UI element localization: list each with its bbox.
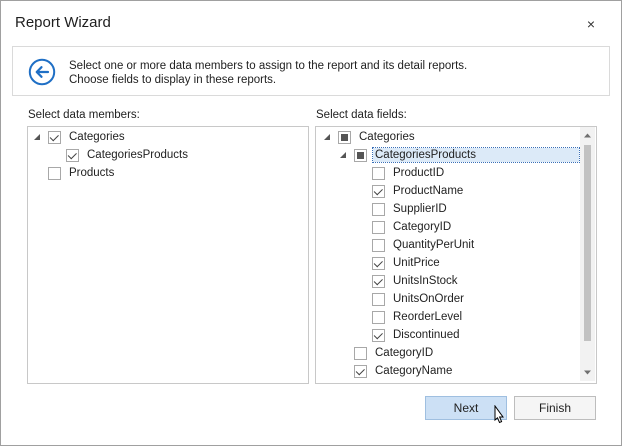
- expand-triangle-icon[interactable]: [32, 132, 42, 142]
- checkbox[interactable]: [48, 166, 61, 180]
- node-label: SupplierID: [393, 203, 447, 215]
- checkbox[interactable]: [372, 328, 385, 342]
- checkbox[interactable]: [372, 256, 385, 270]
- report-wizard-window: Report Wizard × Select one or more data …: [0, 0, 622, 446]
- tree-node[interactable]: ProductID: [372, 164, 446, 182]
- tree-node[interactable]: ProductName: [372, 182, 465, 200]
- scroll-up-icon[interactable]: [583, 131, 592, 140]
- close-button[interactable]: ×: [573, 11, 609, 37]
- tree-node[interactable]: UnitPrice: [372, 254, 442, 272]
- node-label: CategoriesProducts: [372, 147, 580, 163]
- title-bar: Report Wizard ×: [1, 1, 621, 45]
- arrow-left-circle-icon[interactable]: [28, 58, 56, 86]
- header-description: Select one or more data members to assig…: [69, 59, 467, 87]
- finish-button[interactable]: Finish: [514, 396, 596, 420]
- checkbox[interactable]: [372, 238, 385, 252]
- checkbox[interactable]: [48, 130, 61, 144]
- tree-node[interactable]: Categories: [32, 128, 127, 146]
- node-label: CategoryID: [393, 221, 452, 233]
- tree-node[interactable]: Discontinued: [372, 326, 461, 344]
- checkbox[interactable]: [372, 310, 385, 324]
- node-label: Categories: [359, 131, 415, 143]
- tree-node[interactable]: Products: [48, 164, 116, 182]
- checkbox[interactable]: [354, 346, 367, 360]
- tree-node[interactable]: ReorderLevel: [372, 308, 464, 326]
- scroll-thumb[interactable]: [584, 145, 591, 341]
- node-label: Categories: [69, 131, 125, 143]
- node-label: ReorderLevel: [393, 311, 463, 323]
- tree-node[interactable]: CategoryID: [372, 218, 453, 236]
- checkbox[interactable]: [372, 202, 385, 216]
- mouse-pointer-icon: [494, 405, 504, 424]
- node-label: UnitsInStock: [393, 275, 458, 287]
- node-label: UnitPrice: [393, 257, 440, 269]
- tree-node[interactable]: CategoriesProducts: [66, 146, 190, 164]
- checkbox[interactable]: [372, 184, 385, 198]
- tree-node[interactable]: Categories: [322, 128, 417, 146]
- expand-triangle-icon[interactable]: [322, 132, 332, 142]
- checkbox[interactable]: [372, 292, 385, 306]
- checkbox[interactable]: [66, 148, 79, 162]
- fields-label: Select data fields:: [316, 109, 407, 121]
- tree-node[interactable]: QuantityPerUnit: [372, 236, 476, 254]
- close-icon: ×: [586, 16, 596, 32]
- tree-node[interactable]: UnitsOnOrder: [372, 290, 466, 308]
- tree-node[interactable]: UnitsInStock: [372, 272, 460, 290]
- expand-triangle-icon[interactable]: [338, 150, 348, 160]
- tree-node[interactable]: CategoryID: [354, 344, 435, 362]
- description-line-1: Select one or more data members to assig…: [69, 60, 468, 72]
- window-title: Report Wizard: [15, 14, 111, 31]
- node-label: CategoryName: [375, 365, 453, 377]
- checkbox[interactable]: [354, 364, 367, 378]
- tree-node[interactable]: CategoryName: [354, 362, 454, 380]
- node-label: Products: [69, 167, 115, 179]
- tree-node[interactable]: CategoriesProducts: [338, 146, 580, 164]
- wizard-header: Select one or more data members to assig…: [12, 46, 610, 96]
- data-fields-tree[interactable]: Categories CategoriesProducts ProductID …: [315, 126, 597, 384]
- checkbox[interactable]: [372, 274, 385, 288]
- scroll-down-icon[interactable]: [583, 368, 592, 377]
- checkbox[interactable]: [372, 220, 385, 234]
- node-label: ProductName: [393, 185, 464, 197]
- node-label: QuantityPerUnit: [393, 239, 475, 251]
- vertical-scrollbar[interactable]: [580, 127, 595, 381]
- node-label: ProductID: [393, 167, 445, 179]
- checkbox[interactable]: [338, 130, 351, 144]
- checkbox[interactable]: [354, 148, 367, 162]
- node-label: Discontinued: [393, 329, 460, 341]
- data-members-tree[interactable]: Categories CategoriesProducts Products: [27, 126, 309, 384]
- description-line-2: Choose fields to display in these report…: [69, 74, 277, 86]
- node-label: CategoriesProducts: [87, 149, 188, 161]
- checkbox[interactable]: [372, 166, 385, 180]
- node-label: CategoryID: [375, 347, 434, 359]
- node-label: UnitsOnOrder: [393, 293, 464, 305]
- tree-node[interactable]: SupplierID: [372, 200, 449, 218]
- members-label: Select data members:: [28, 109, 140, 121]
